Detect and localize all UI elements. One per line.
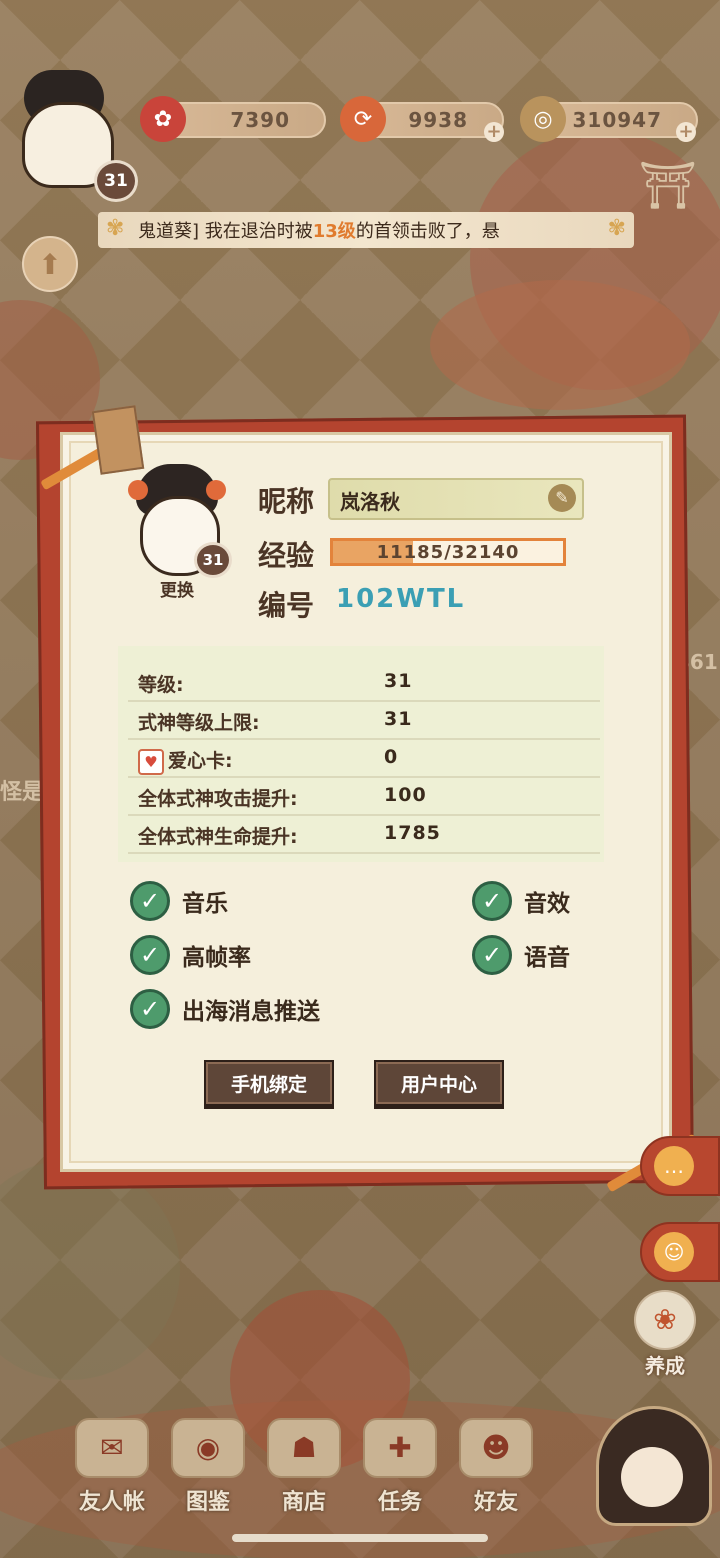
stat-row: 全体式神攻击提升: 100 — [128, 776, 600, 816]
task-gift-icon: ✚ — [363, 1418, 437, 1478]
push-notification-toggle[interactable]: ✓ 出海消息推送 — [130, 988, 320, 1030]
stat-value: 31 — [384, 670, 413, 692]
hat-pompom — [206, 480, 226, 500]
stats-panel: 等级: 31 式神等级上限: 31 ♥ 爱心卡: 0 全体式神攻击提升: 100 … — [118, 646, 604, 862]
stat-key: 全体式神生命提升: — [138, 826, 298, 848]
check-icon: ✓ — [130, 881, 170, 921]
nav-friend-book[interactable]: ✉ 友人帐 — [68, 1418, 156, 1518]
high-fps-toggle[interactable]: ✓ 高帧率 — [130, 934, 251, 976]
chat-bubble-icon: … — [654, 1146, 694, 1186]
hat-pompom — [128, 480, 148, 500]
nav-label: 友人帐 — [78, 1490, 145, 1515]
stat-key: 全体式神攻击提升: — [138, 788, 298, 810]
nav-tasks[interactable]: ✚ 任务 — [356, 1418, 444, 1518]
news-ticker: ✾ 鬼道葵] 我在退治时被 13级 的首领击败了，悬 ✾ — [98, 212, 634, 248]
character-face — [621, 1447, 683, 1507]
main-character-portrait[interactable] — [596, 1406, 712, 1526]
ticker-text-prefix: 鬼道葵] 我在退治时被 — [138, 221, 313, 242]
shop-cat-icon: ☗ — [267, 1418, 341, 1478]
stat-key: 式神等级上限: — [138, 712, 260, 734]
coin-icon: ◎ — [520, 96, 566, 142]
nav-label: 好友 — [473, 1490, 518, 1515]
stat-value: 31 — [384, 708, 413, 730]
nav-shop[interactable]: ☗ 商店 — [260, 1418, 348, 1518]
player-level-badge: 31 — [94, 160, 138, 202]
flower-icon: ✾ — [106, 216, 125, 241]
user-center-button[interactable]: 用户中心 — [374, 1060, 504, 1106]
plum-blossom-icon: ✿ — [140, 96, 186, 142]
character-button[interactable]: ☺ — [640, 1222, 720, 1282]
home-indicator[interactable] — [232, 1534, 488, 1542]
stat-value: 1785 — [384, 822, 441, 844]
push-notification-label: 出海消息推送 — [182, 999, 320, 1025]
nav-label: 任务 — [377, 1490, 422, 1515]
stat-value: 100 — [384, 784, 427, 806]
heart-card-icon: ♥ — [138, 748, 164, 775]
nav-catalog[interactable]: ◉ 图鉴 — [164, 1418, 252, 1518]
friend-book-icon: ✉ — [75, 1418, 149, 1478]
magatama-icon: ⟳ — [340, 96, 386, 142]
chat-button[interactable]: … — [640, 1136, 720, 1196]
flower-currency-value: 7390 — [230, 108, 290, 132]
stat-row: 等级: 31 — [128, 662, 600, 702]
check-icon: ✓ — [472, 881, 512, 921]
stat-value: 0 — [384, 746, 399, 768]
avatar-level-badge: 31 — [194, 542, 232, 578]
exp-label: 经验 — [258, 539, 315, 572]
stat-key: 等级: — [138, 674, 184, 696]
nickname-label: 昵称 — [258, 485, 315, 518]
nav-label: 商店 — [281, 1490, 326, 1515]
voice-label: 语音 — [524, 945, 570, 971]
grow-flower-icon: ❀ — [634, 1290, 696, 1350]
profile-avatar[interactable]: 31 — [126, 464, 232, 578]
exp-progress-text: 11185/32140 — [376, 542, 520, 563]
stat-row: 式神等级上限: 31 — [128, 700, 600, 740]
magatama-value: 9938 — [408, 108, 468, 132]
ticker-text-suffix: 的首领击败了，悬 — [355, 221, 500, 242]
eye-scroll-icon: ◉ — [171, 1418, 245, 1478]
grow-label: 养成 — [645, 1354, 685, 1378]
flower-icon: ✾ — [607, 216, 626, 241]
voice-toggle[interactable]: ✓ 语音 — [472, 934, 570, 976]
change-avatar-button[interactable]: 更换 — [142, 576, 212, 601]
id-label: 编号 — [258, 589, 315, 622]
coin-value: 310947 — [572, 108, 662, 132]
friends-icon: ☻ — [459, 1418, 533, 1478]
player-id-value: 102WTL — [336, 584, 466, 614]
player-avatar-button[interactable]: 31 — [6, 62, 138, 202]
nickname-value: 岚洛秋 — [340, 490, 400, 514]
character-head-icon: ☺ — [654, 1232, 694, 1272]
exp-progress-bar: 11185/32140 — [330, 538, 566, 566]
nickname-field[interactable]: 岚洛秋 ✎ — [328, 478, 584, 520]
check-icon: ✓ — [130, 935, 170, 975]
music-toggle[interactable]: ✓ 音乐 — [130, 880, 228, 922]
stat-key-with-icon: ♥ 爱心卡: — [138, 746, 233, 775]
up-arrow-button[interactable]: ⬆ — [22, 236, 78, 292]
up-arrow-icon: ⬆ — [38, 247, 62, 281]
fish-banner-icon[interactable]: ⛩ — [638, 158, 698, 238]
add-magatama-button[interactable]: + — [484, 122, 504, 142]
ticker-highlight: 13级 — [312, 221, 356, 242]
stat-row: ♥ 爱心卡: 0 — [128, 738, 600, 778]
nav-friends[interactable]: ☻ 好友 — [452, 1418, 540, 1518]
stat-row: 全体式神生命提升: 1785 — [128, 814, 600, 854]
music-label: 音乐 — [182, 891, 228, 917]
sfx-toggle[interactable]: ✓ 音效 — [472, 880, 570, 922]
check-icon: ✓ — [472, 935, 512, 975]
edit-pencil-icon[interactable]: ✎ — [548, 484, 576, 512]
add-coin-button[interactable]: + — [676, 122, 696, 142]
stat-key: 爱心卡: — [168, 750, 233, 772]
nav-label: 图鉴 — [185, 1490, 230, 1515]
sfx-label: 音效 — [524, 891, 570, 917]
grow-button[interactable]: ❀ 养成 — [620, 1290, 710, 1390]
bind-phone-button[interactable]: 手机绑定 — [204, 1060, 334, 1106]
high-fps-label: 高帧率 — [182, 945, 251, 971]
check-icon: ✓ — [130, 989, 170, 1029]
